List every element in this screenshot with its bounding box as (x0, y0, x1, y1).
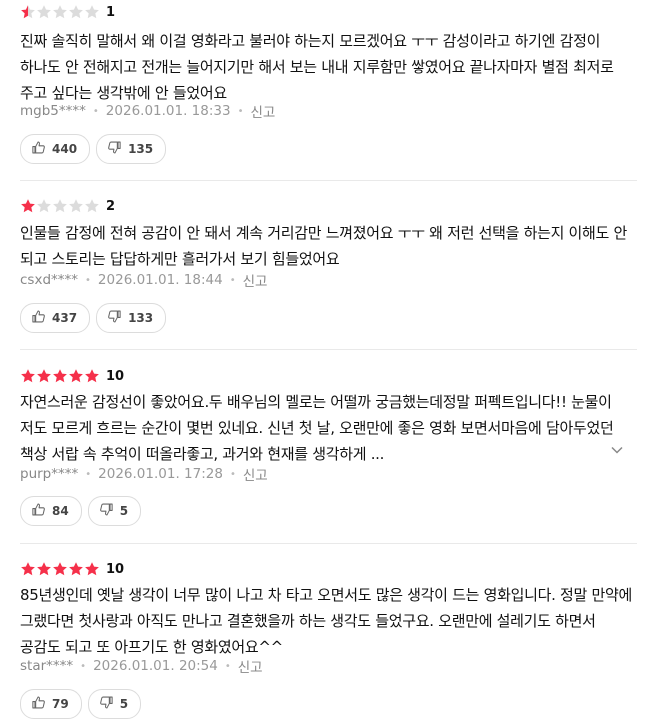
divider (20, 543, 637, 544)
report-link[interactable]: 신고 (238, 656, 263, 676)
like-button[interactable]: 84 (20, 496, 82, 526)
star-rating (20, 561, 100, 577)
review-text: 자연스러운 감정선이 좋았어요.두 배우님의 멜로는 어떨까 궁금했는데정말 퍼… (20, 393, 614, 463)
like-button[interactable]: 440 (20, 134, 91, 164)
star-rating (20, 198, 100, 214)
review-author: star**** (20, 658, 74, 674)
star-icon (84, 368, 100, 384)
review-meta: csxd**** • 2026.01.01. 18:44 • 신고 (20, 270, 267, 290)
review-author: csxd**** (20, 272, 79, 288)
star-icon (36, 198, 52, 214)
review-text: 인물들 감정에 전혀 공감이 안 돼서 계속 거리감만 느껴졌어요 ㅜㅜ 왜 저… (20, 224, 628, 268)
star-icon (20, 368, 36, 384)
separator-dot: • (80, 660, 87, 672)
review-date: 2026.01.01. 20:54 (93, 658, 218, 674)
star-icon (52, 4, 68, 20)
separator-dot: • (229, 468, 236, 480)
report-link[interactable]: 신고 (243, 464, 268, 484)
star-icon (84, 561, 100, 577)
thumbs-down-icon (99, 502, 120, 520)
thumbs-up-icon (31, 140, 52, 158)
star-icon (36, 4, 52, 20)
star-icon (68, 368, 84, 384)
dislike-count: 5 (119, 697, 129, 711)
vote-buttons: 79 5 (20, 689, 142, 719)
rating: 2 (20, 196, 115, 216)
separator-dot: • (229, 274, 236, 286)
rating: 1 (20, 2, 115, 22)
separator-dot: • (237, 105, 244, 117)
star-icon (36, 368, 52, 384)
thumbs-up-icon (31, 502, 52, 520)
chevron-down-icon[interactable] (609, 442, 625, 458)
like-button[interactable]: 79 (20, 689, 82, 719)
rating-score: 2 (106, 198, 116, 214)
vote-buttons: 84 5 (20, 496, 142, 526)
review-meta: star**** • 2026.01.01. 20:54 • 신고 (20, 656, 263, 676)
rating-score: 1 (106, 4, 116, 20)
thumbs-down-icon (107, 309, 128, 327)
star-icon (68, 4, 84, 20)
separator-dot: • (85, 274, 91, 286)
star-icon (20, 198, 36, 214)
divider (20, 180, 637, 181)
star-icon (20, 4, 36, 20)
dislike-count: 5 (119, 504, 129, 518)
dislike-button[interactable]: 5 (87, 689, 142, 719)
star-icon (84, 198, 100, 214)
star-rating (20, 4, 100, 20)
like-count: 437 (52, 311, 78, 325)
thumbs-up-icon (31, 695, 52, 713)
like-button[interactable]: 437 (20, 303, 91, 333)
separator-dot: • (85, 468, 92, 480)
rating: 10 (20, 366, 124, 386)
dislike-count: 133 (128, 311, 154, 325)
star-icon (52, 368, 68, 384)
star-icon (68, 561, 84, 577)
review-date: 2026.01.01. 18:33 (105, 103, 231, 119)
review-date: 2026.01.01. 18:44 (97, 272, 223, 288)
report-link[interactable]: 신고 (251, 101, 276, 121)
review-text: 진짜 솔직히 말해서 왜 이걸 영화라고 불러야 하는지 모르겠어요 ㅜㅜ 감성… (20, 32, 614, 102)
dislike-button[interactable]: 5 (87, 496, 142, 526)
review-date: 2026.01.01. 17:28 (98, 466, 223, 482)
like-count: 84 (52, 504, 69, 518)
separator-dot: • (224, 660, 231, 672)
like-count: 440 (52, 142, 78, 156)
like-count: 79 (52, 697, 69, 711)
review-author: mgb5**** (20, 103, 86, 119)
review-meta: purp**** • 2026.01.01. 17:28 • 신고 (20, 464, 268, 484)
dislike-button[interactable]: 133 (96, 303, 167, 333)
thumbs-up-icon (31, 309, 52, 327)
thumbs-down-icon (107, 140, 128, 158)
star-icon (84, 4, 100, 20)
star-rating (20, 368, 100, 384)
vote-buttons: 440 135 (20, 134, 167, 164)
report-link[interactable]: 신고 (243, 270, 268, 290)
star-icon (52, 561, 68, 577)
rating: 10 (20, 559, 124, 579)
rating-score: 10 (106, 368, 125, 384)
review-text: 85년생인데 옛날 생각이 너무 많이 나고 차 타고 오면서도 많은 생각이 … (20, 586, 633, 656)
rating-score: 10 (106, 561, 125, 577)
dislike-button[interactable]: 135 (96, 134, 167, 164)
star-icon (68, 198, 84, 214)
dislike-count: 135 (128, 142, 154, 156)
thumbs-down-icon (99, 695, 120, 713)
review-author: purp**** (20, 466, 79, 482)
vote-buttons: 437 133 (20, 303, 167, 333)
divider (20, 349, 637, 350)
star-icon (20, 561, 36, 577)
star-icon (52, 198, 68, 214)
review-meta: mgb5**** • 2026.01.01. 18:33 • 신고 (20, 101, 275, 121)
separator-dot: • (92, 105, 99, 117)
star-icon (36, 561, 52, 577)
